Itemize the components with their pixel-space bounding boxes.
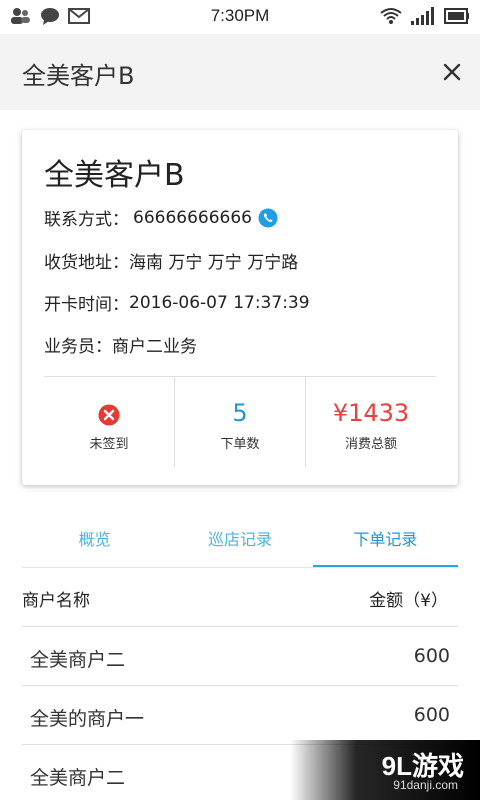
card-opened-row: 开卡时间： 2016-06-07 17:37:39 (44, 290, 310, 316)
watermark-url: 91danji.com (393, 778, 458, 792)
detail-tabs: 概览 巡店记录 下单记录 (22, 516, 459, 568)
address-row: 收货地址： 海南 万宁 万宁 万宁路 (44, 248, 298, 273)
contact-row: 联系方式： 66666666666 (44, 205, 278, 230)
checkin-caption: 未签到 (89, 437, 129, 452)
customer-name: 全美客户B (44, 158, 185, 193)
merchant-name: 全美的商户一 (30, 708, 145, 730)
status-bar: 7:30PM (0, 0, 480, 34)
contact-value: 66666666666 (133, 207, 252, 228)
merchant-name: 全美商户二 (30, 767, 126, 789)
salesman-label: 业务员： (44, 337, 112, 357)
checkin-stat: 未签到 (44, 377, 174, 467)
salesman-value: 商户二业务 (112, 337, 197, 357)
address-label: 收货地址： (44, 253, 129, 273)
tab-order-records[interactable]: 下单记录 (312, 516, 459, 568)
customer-stats: 未签到 5 下单数 ¥1433 消费总额 (44, 377, 436, 467)
signal-icon (411, 7, 434, 25)
card-opened-label: 开卡时间： (44, 295, 129, 315)
contact-label: 联系方式： (44, 210, 129, 230)
tab-store-visits[interactable]: 巡店记录 (167, 516, 312, 568)
merchant-column-header: 商户名称 (22, 591, 90, 611)
phone-call-icon[interactable] (258, 208, 278, 228)
page-title: 全美客户B (22, 62, 135, 90)
salesman-row: 业务员： 商户二业务 (44, 332, 197, 357)
orders-caption: 下单数 (220, 437, 260, 452)
total-spend: ¥1433 (332, 399, 410, 427)
order-amount: 600 (413, 704, 450, 726)
amount-column-header: 金额（¥） (369, 591, 448, 611)
not-checked-in-icon (98, 404, 120, 426)
battery-icon (444, 8, 469, 24)
table-row[interactable]: 全美商户二 600 (22, 627, 458, 686)
spend-stat: ¥1433 消费总额 (305, 377, 436, 467)
card-opened-value: 2016-06-07 17:37:39 (129, 292, 310, 313)
status-icons-right (380, 7, 470, 25)
tab-overview[interactable]: 概览 (22, 516, 167, 568)
close-icon[interactable] (438, 58, 466, 86)
spend-caption: 消费总额 (344, 437, 397, 452)
merchant-name: 全美商户二 (30, 649, 126, 671)
address-value: 海南 万宁 万宁 万宁路 (129, 253, 299, 273)
table-row[interactable]: 全美的商户一 600 (22, 686, 458, 745)
orders-table-header: 商户名称 金额（¥） (22, 568, 458, 627)
wifi-icon (380, 8, 402, 24)
watermark: 9L游戏 91danji.com (290, 740, 480, 800)
order-amount: 600 (413, 645, 450, 667)
orders-stat: 5 下单数 (174, 377, 305, 467)
top-app-bar: 全美客户B (0, 34, 480, 110)
customer-info-card: 全美客户B 联系方式： 66666666666 收货地址： 海南 万宁 万宁 万… (22, 130, 458, 485)
orders-count: 5 (232, 399, 248, 427)
